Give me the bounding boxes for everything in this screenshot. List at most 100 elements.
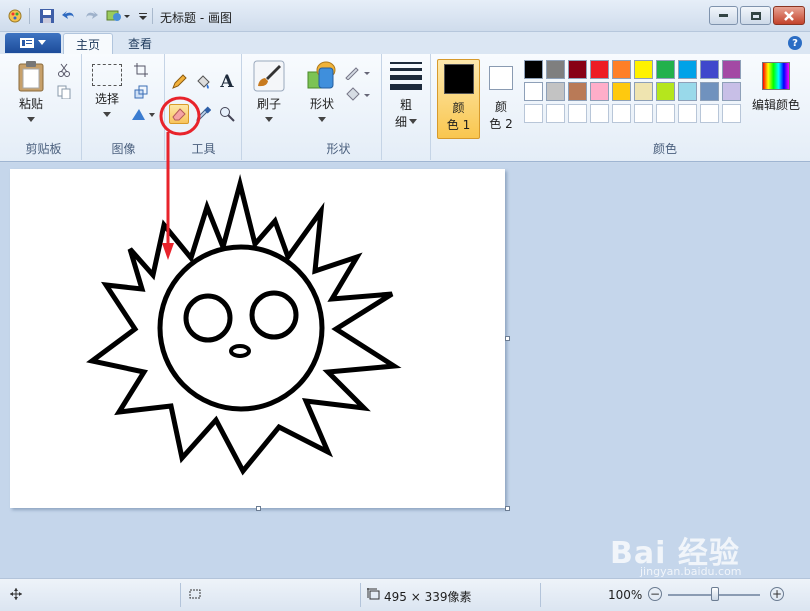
color-swatch[interactable] [612,82,631,101]
custom-color-slot[interactable] [524,104,543,123]
more-arrow-icon[interactable] [134,7,152,25]
crop-icon[interactable] [131,60,151,80]
menu-icon [20,38,34,48]
edit-colors-button[interactable]: 编辑颜色 [743,60,809,140]
color1-label-top: 颜 [452,101,465,115]
color-swatch[interactable] [656,82,675,101]
color-swatch[interactable] [590,82,609,101]
color-swatch[interactable] [546,82,565,101]
color-swatch[interactable] [700,60,719,79]
custom-color-slot[interactable] [722,104,741,123]
color-swatch[interactable] [700,82,719,101]
brushes-button[interactable]: 刷子 [249,60,289,140]
help-icon[interactable]: ? [788,36,802,50]
select-button[interactable]: 选择 [89,62,125,140]
color-swatch[interactable] [656,60,675,79]
sun-face-circle [157,244,325,412]
edit-colors-label: 编辑颜色 [751,98,800,112]
paste-label: 粘贴 [18,97,43,111]
resize-handle-corner[interactable] [505,506,510,511]
size-label-top: 粗 [399,98,412,112]
size-button[interactable]: 粗 细 [389,62,423,142]
baidu-watermark-url: jingyan.baidu.com [640,565,742,578]
color-swatch[interactable] [568,60,587,79]
custom-color-slot[interactable] [590,104,609,123]
close-icon [784,10,794,21]
color-swatch[interactable] [612,60,631,79]
custom-color-slot[interactable] [656,104,675,123]
color-swatch[interactable] [524,60,543,79]
shapes-button[interactable]: 形状 [304,60,340,140]
paste-icon [18,61,44,92]
paint-app-icon[interactable] [6,7,24,25]
color-swatch[interactable] [590,60,609,79]
custom-color-slot[interactable] [612,104,631,123]
fill-icon[interactable] [344,84,372,104]
ribbon-home: 粘贴 剪贴板 选择 图像 A 工具 刷子 形状 形状 粗 细 颜 色 1 颜 色… [0,54,810,162]
chevron-down-icon [103,112,111,117]
canvas-size-icon [367,588,380,600]
color-swatch[interactable] [722,82,741,101]
application-menu-button[interactable] [5,33,61,53]
size-lines-icon [390,62,422,90]
ribbon-tab-row: 主页 查看 ? [0,32,810,54]
color1-button[interactable]: 颜 色 1 [437,59,480,139]
canvas-area [0,96,810,578]
save-icon[interactable] [38,7,56,25]
resize-handle-bottom[interactable] [256,506,261,511]
color-swatch[interactable] [634,82,653,101]
redo-icon[interactable] [82,7,100,25]
cut-icon[interactable] [54,60,74,80]
tab-home[interactable]: 主页 [63,33,114,54]
annotation-overlay [159,96,201,260]
undo-icon[interactable] [60,7,78,25]
color1-swatch [443,64,474,94]
color-swatch[interactable] [678,60,697,79]
chevron-down-icon [38,40,46,45]
chevron-down-icon [318,117,326,122]
annotation-arrow-head [162,243,174,260]
color-swatch[interactable] [634,60,653,79]
minimize-button[interactable] [709,6,738,25]
zoom-slider-thumb[interactable] [711,587,719,601]
window-title: 无标题 - 画图 [160,11,232,25]
color-swatch[interactable] [678,82,697,101]
select-label: 选择 [94,92,119,106]
color-swatch[interactable] [546,60,565,79]
color-swatch[interactable] [722,60,741,79]
custom-color-slot[interactable] [568,104,587,123]
sun-drawing [86,174,402,476]
color-swatch[interactable] [524,82,543,101]
drawing-canvas[interactable] [10,169,505,508]
close-button[interactable] [773,6,805,25]
chevron-down-icon [27,117,35,122]
group-size: 粗 细 [383,54,431,160]
zoom-level: 100% [608,588,643,602]
custom-color-slot[interactable] [546,104,565,123]
paste-button[interactable]: 粘贴 [14,60,48,140]
size-label-bottom: 细 [394,115,407,129]
color2-button[interactable]: 颜 色 2 [483,59,519,139]
custom-color-slot[interactable] [700,104,719,123]
group-colors: 编辑颜色 颜色 [521,54,809,160]
brush-icon [253,60,285,92]
resize-handle-right[interactable] [505,336,510,341]
color2-label-top: 颜 [494,100,507,114]
zoom-out-icon[interactable]: − [648,587,662,601]
customize-quick-access-icon[interactable] [106,7,132,25]
zoom-in-icon[interactable]: + [770,587,784,601]
text-tool-icon[interactable]: A [217,72,237,92]
status-bar: 495 × 339像素 100% − + [0,578,810,611]
custom-color-slot[interactable] [678,104,697,123]
maximize-button[interactable] [740,6,771,25]
group-clipboard: 粘贴 剪贴板 [6,54,82,160]
custom-color-slot[interactable] [634,104,653,123]
magnifier-icon[interactable] [217,104,237,124]
color-swatch[interactable] [568,82,587,101]
tab-view[interactable]: 查看 [116,33,164,54]
color2-swatch [489,66,513,90]
outline-icon[interactable] [344,62,372,82]
resize-icon[interactable] [131,82,151,102]
copy-icon[interactable] [54,82,74,102]
edit-colors-icon [762,62,790,90]
